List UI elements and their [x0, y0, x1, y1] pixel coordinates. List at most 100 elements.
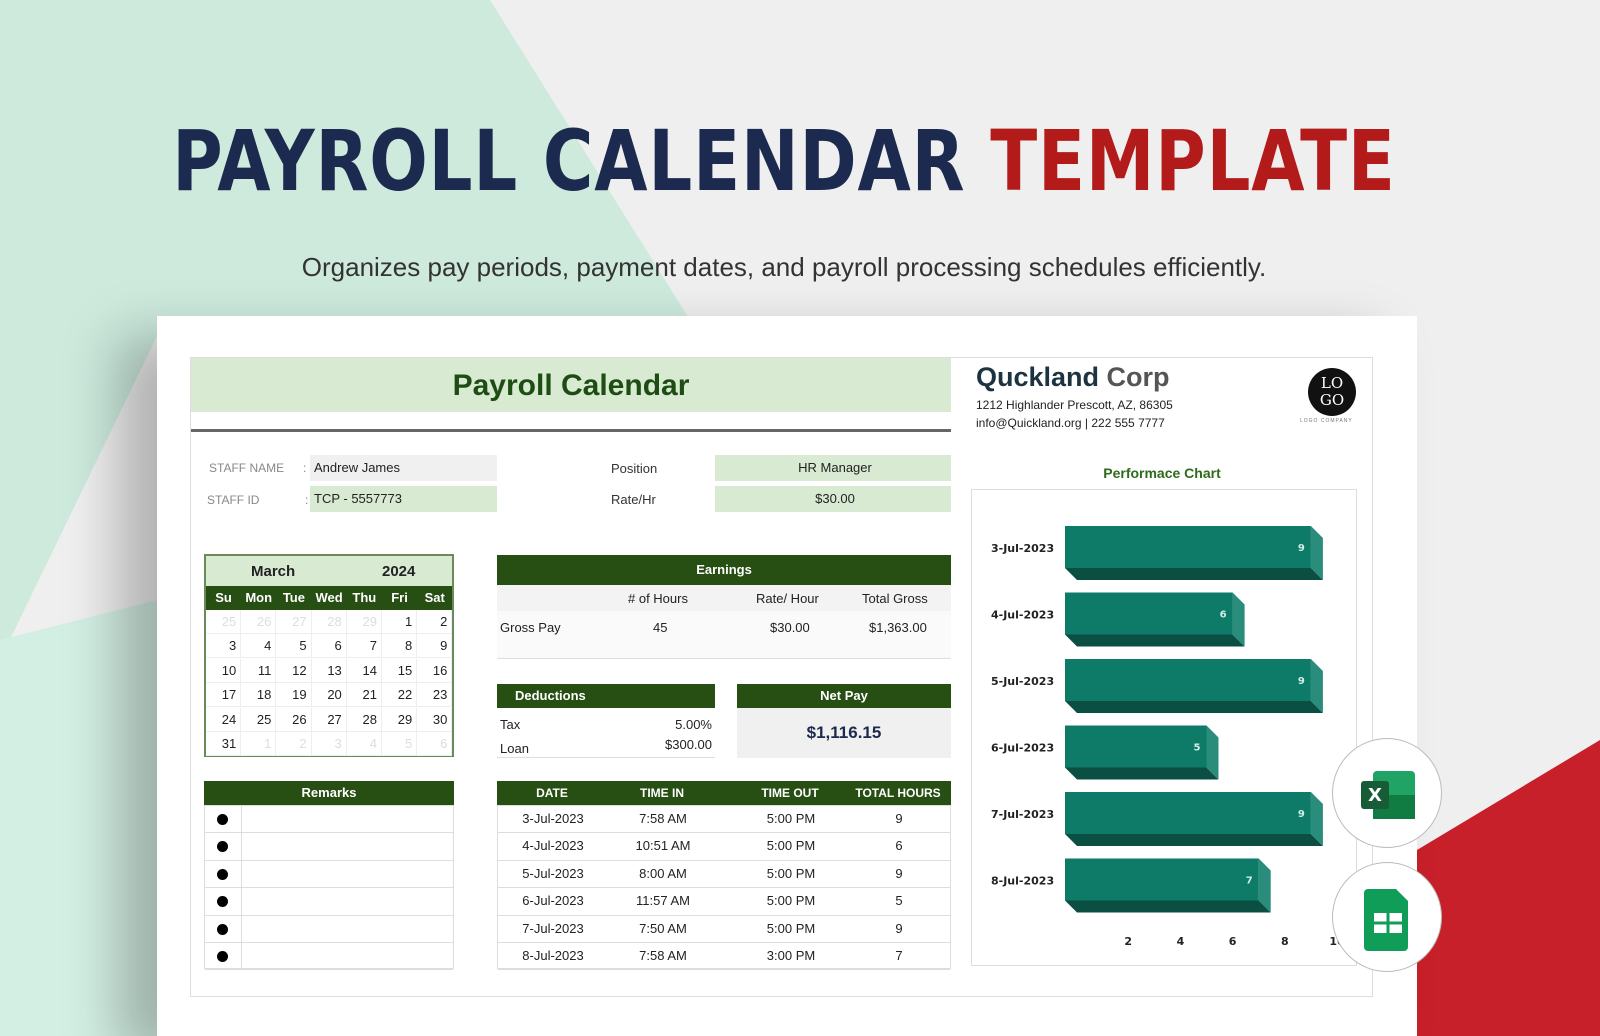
calendar-day[interactable]: 6 — [417, 732, 453, 756]
position-label: Position — [611, 461, 658, 476]
x-tick-label: 2 — [1124, 935, 1132, 948]
timesheet-cell: 3:00 PM — [766, 948, 816, 963]
earnings-header: Earnings — [497, 555, 951, 585]
bullet-icon — [217, 923, 228, 935]
deductions-header: Deductions — [497, 684, 715, 708]
weekday-label: Sat — [424, 590, 445, 605]
calendar-month: March — [251, 563, 296, 580]
weekday-label: Su — [215, 590, 232, 605]
net-pay-header: Net Pay — [737, 684, 951, 708]
category-label: 8-Jul-2023 — [991, 875, 1054, 888]
timesheet-cell: 6-Jul-2023 — [522, 893, 584, 909]
timesheet-cell: 9 — [895, 811, 903, 826]
calendar-day[interactable]: 9 — [417, 634, 453, 659]
calendar-day[interactable]: 16 — [417, 658, 453, 683]
category-label: 3-Jul-2023 — [991, 542, 1054, 555]
timesheet-cell: 6 — [895, 838, 903, 854]
calendar-day[interactable]: 5 — [276, 634, 312, 659]
calendar-day[interactable]: 3 — [206, 634, 242, 659]
remark-row[interactable] — [205, 943, 453, 971]
calendar-header: March 2024 — [206, 556, 452, 586]
bar-data-label: 9 — [1298, 543, 1305, 554]
calendar-day[interactable]: 7 — [346, 634, 382, 659]
calendar-day[interactable]: 31 — [206, 732, 242, 756]
gross-hours: 45 — [653, 620, 668, 635]
calendar-day[interactable]: 26 — [241, 610, 277, 634]
weekday-label: Thu — [352, 590, 377, 605]
timesheet-cell: 9 — [895, 865, 903, 881]
company-name: Quckland Corp — [976, 362, 1170, 392]
calendar-day[interactable]: 19 — [276, 683, 312, 708]
x-tick-label: 8 — [1281, 935, 1289, 948]
chart-bar — [1065, 858, 1271, 913]
calendar-day[interactable]: 1 — [241, 732, 277, 756]
weekday-label: Mon — [245, 590, 273, 605]
staff-id-field[interactable]: TCP - 5557773 — [310, 486, 497, 512]
excel-button[interactable]: X — [1332, 738, 1442, 848]
chart-title: Performace Chart — [1103, 465, 1221, 481]
calendar-day[interactable]: 2 — [417, 610, 453, 634]
calendar-day[interactable]: 20 — [311, 683, 347, 708]
calendar-day[interactable]: 23 — [417, 683, 453, 708]
timesheet-header: TIME OUT — [761, 786, 819, 800]
gross-pay-label: Gross Pay — [500, 620, 561, 635]
bullet-icon — [217, 951, 228, 962]
timesheet-cell: 3-Jul-2023 — [522, 811, 584, 826]
timesheet-cell: 5:00 PM — [766, 865, 816, 881]
calendar-day[interactable]: 21 — [346, 683, 382, 708]
calendar-day[interactable]: 28 — [346, 707, 382, 732]
timesheet-row: 3-Jul-2023 7:58 AM 5:00 PM 9 — [498, 806, 950, 834]
remark-row[interactable] — [205, 806, 453, 834]
rate-label: Rate/Hr — [611, 492, 656, 507]
calendar-day[interactable]: 14 — [346, 658, 382, 683]
calendar-day[interactable]: 3 — [311, 732, 347, 756]
google-sheets-button[interactable] — [1332, 862, 1442, 972]
calendar-day[interactable]: 26 — [276, 707, 312, 732]
company-contact: info@Quickland.org | 222 555 7777 — [976, 416, 1165, 430]
calendar-day[interactable]: 10 — [206, 658, 242, 683]
calendar-day[interactable]: 4 — [346, 732, 382, 756]
timesheet-cell: 8:00 AM — [639, 865, 687, 881]
calendar-day[interactable]: 30 — [417, 707, 453, 732]
calendar-day[interactable]: 13 — [311, 658, 347, 683]
calendar-day[interactable]: 8 — [382, 634, 418, 659]
calendar-day[interactable]: 1 — [382, 610, 418, 634]
timesheet-cell: 7-Jul-2023 — [522, 920, 584, 936]
calendar-day[interactable]: 24 — [206, 707, 242, 732]
calendar-day[interactable]: 27 — [311, 707, 347, 732]
staff-name-field[interactable]: Andrew James — [310, 455, 497, 481]
remark-row[interactable] — [205, 915, 453, 943]
calendar-day[interactable]: 29 — [346, 610, 382, 634]
category-label: 6-Jul-2023 — [991, 742, 1054, 755]
timesheet-row: 7-Jul-2023 7:50 AM 5:00 PM 9 — [498, 916, 950, 943]
calendar-day[interactable]: 18 — [241, 683, 277, 708]
remarks-list — [204, 805, 454, 971]
position-field[interactable]: HR Manager — [715, 455, 951, 481]
calendar-day[interactable]: 25 — [206, 610, 242, 634]
calendar-day[interactable]: 2 — [276, 732, 312, 756]
logo-caption: LOGO COMPANY — [1300, 418, 1353, 424]
calendar-day[interactable]: 11 — [241, 658, 277, 683]
timesheet-cell: 9 — [895, 920, 903, 936]
calendar-day[interactable]: 22 — [382, 683, 418, 708]
calendar-day[interactable]: 28 — [311, 610, 347, 634]
calendar-day[interactable]: 6 — [311, 634, 347, 659]
remark-row[interactable] — [205, 888, 453, 916]
calendar-day[interactable]: 27 — [276, 610, 312, 634]
timesheet-header: TIME IN — [640, 786, 684, 800]
calendar-day[interactable]: 4 — [241, 634, 277, 659]
calendar-day[interactable]: 15 — [382, 658, 418, 683]
bullet-icon — [217, 841, 228, 853]
staff-id-label: STAFF ID — [207, 493, 260, 507]
google-sheets-icon — [1364, 889, 1408, 951]
calendar-day[interactable]: 17 — [206, 683, 242, 708]
banner-title: PAYROLL CALENDAR TEMPLATE — [172, 112, 1396, 210]
remark-row[interactable] — [205, 860, 453, 889]
calendar-day[interactable]: 29 — [382, 707, 418, 732]
remark-row[interactable] — [205, 833, 453, 861]
calendar-day[interactable]: 25 — [241, 707, 277, 732]
x-tick-label: 6 — [1229, 935, 1237, 948]
rate-field[interactable]: $30.00 — [715, 486, 951, 512]
calendar-day[interactable]: 12 — [276, 658, 312, 683]
calendar-day[interactable]: 5 — [382, 732, 418, 756]
